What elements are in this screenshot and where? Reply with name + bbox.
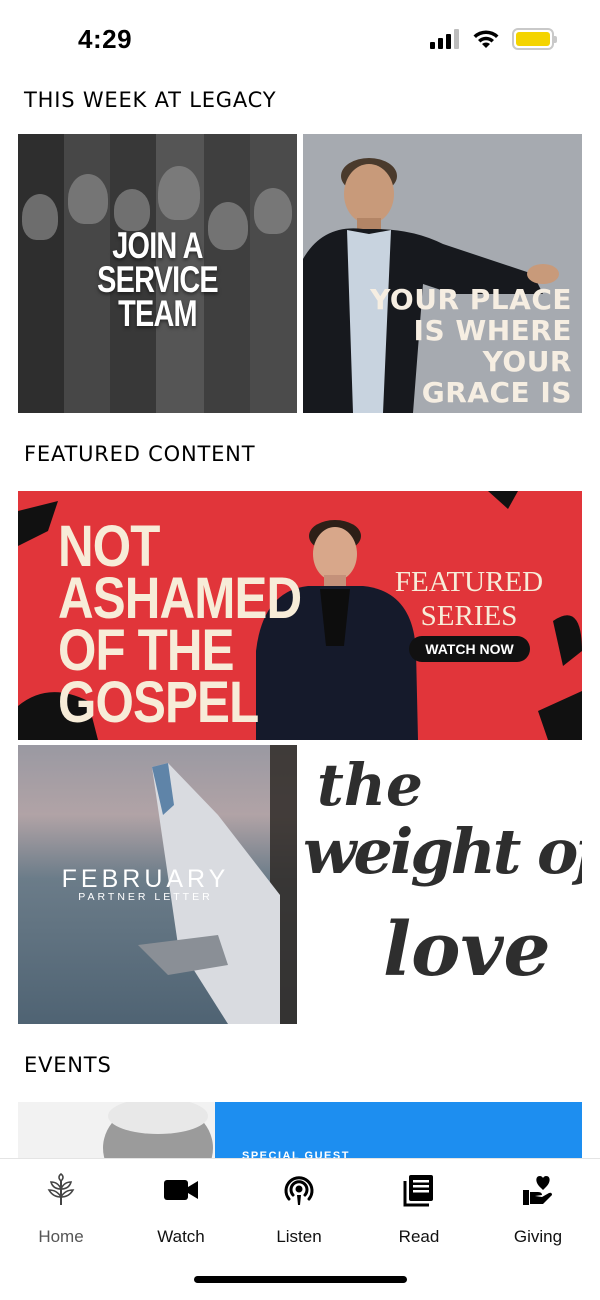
label-line: FEATURED [394, 566, 544, 598]
tab-listen[interactable]: Listen [249, 1173, 349, 1247]
tab-label: Read [398, 1227, 440, 1246]
person-photo [254, 188, 292, 234]
tab-label: Home [38, 1227, 84, 1246]
partner-letter-card[interactable]: FEBRUARY PARTNER LETTER [18, 745, 297, 1024]
section-title-this-week: THIS WEEK AT LEGACY [24, 88, 277, 112]
book-icon [403, 1175, 433, 1207]
event-card[interactable]: SPECIAL GUEST [18, 1102, 582, 1158]
your-place-card[interactable]: YOUR PLACE IS WHERE YOUR GRACE IS [303, 134, 582, 413]
weight-of-love-heading: the weight of love [303, 745, 582, 1024]
section-title-events: EVENTS [24, 1053, 112, 1077]
heading-line: the [317, 751, 423, 819]
tab-watch[interactable]: Watch [131, 1173, 231, 1247]
battery-icon [512, 28, 557, 50]
leaf-icon [47, 1173, 75, 1205]
heart-hand-icon [523, 1176, 552, 1205]
partner-letter-subtitle: PARTNER LETTER [78, 891, 213, 903]
heading-line: YOUR PLACE [370, 283, 572, 316]
heading-line: GOSPEL [58, 670, 259, 735]
heading-line: GRACE IS [421, 376, 572, 409]
home-indicator [194, 1276, 407, 1283]
status-bar: 4:29 [0, 0, 600, 80]
wifi-icon [473, 30, 499, 48]
video-camera-icon [164, 1180, 198, 1200]
weight-of-love-card[interactable]: the weight of love [303, 745, 582, 1024]
tab-label: Listen [276, 1227, 322, 1246]
join-service-team-heading: JOIN A SERVICE TEAM [49, 225, 267, 334]
label-line: SERIES [420, 600, 518, 632]
tab-read[interactable]: Read [369, 1173, 469, 1247]
event-tag: SPECIAL GUEST [242, 1150, 350, 1158]
tab-giving[interactable]: Giving [488, 1173, 588, 1247]
watch-now-button[interactable]: WATCH NOW [409, 636, 530, 662]
heading-line: IS WHERE [413, 314, 572, 347]
heading-line: JOIN A [112, 225, 203, 266]
featured-series-title: NOT ASHAMED OF THE GOSPEL [58, 518, 302, 735]
heading-line: SERVICE [97, 259, 219, 300]
featured-series-banner[interactable]: NOT ASHAMED OF THE GOSPEL FEATURED SERIE… [18, 491, 582, 740]
featured-series-label: FEATURED SERIES [394, 565, 544, 633]
tab-home[interactable]: Home [11, 1173, 111, 1247]
cellular-signal-icon [430, 29, 459, 49]
heading-line: weight of [303, 815, 582, 888]
your-place-heading: YOUR PLACE IS WHERE YOUR GRACE IS [370, 284, 572, 408]
heading-line: TEAM [118, 293, 197, 334]
guest-photo [18, 1102, 218, 1158]
person-photo [158, 166, 200, 220]
partner-letter-title: FEBRUARY [61, 865, 230, 893]
heading-line: love [383, 907, 551, 993]
status-time: 4:29 [78, 24, 133, 54]
section-title-featured: FEATURED CONTENT [24, 442, 256, 466]
heading-line: YOUR [482, 345, 572, 378]
join-service-team-card[interactable]: JOIN A SERVICE TEAM [18, 134, 297, 413]
tab-label: Watch [157, 1227, 205, 1246]
battery-level [516, 32, 550, 46]
status-icons [430, 28, 557, 50]
person-photo [68, 174, 108, 224]
tab-label: Giving [513, 1227, 563, 1246]
podcast-icon [284, 1176, 314, 1205]
